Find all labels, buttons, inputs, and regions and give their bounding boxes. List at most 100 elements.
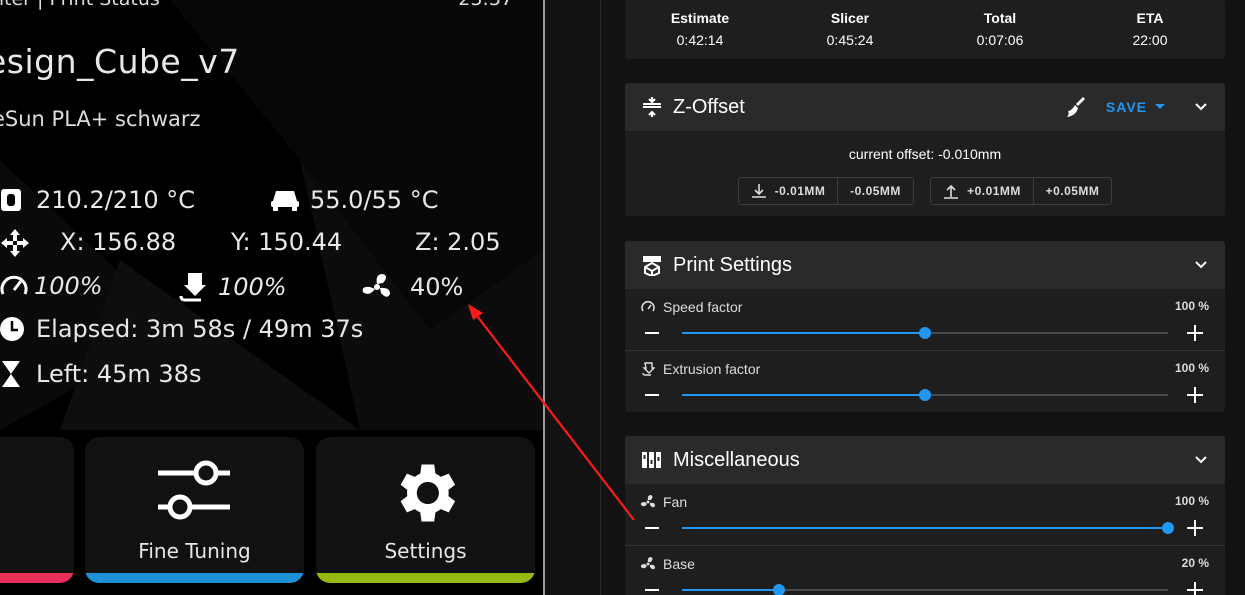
slider-thumb[interactable] (773, 584, 786, 595)
chevron-down-icon[interactable] (1193, 452, 1209, 468)
speed-factor-plus-button[interactable] (1187, 325, 1203, 341)
zoffset-card: Z-Offset SAVE current offset: -0.010mm -… (625, 83, 1225, 216)
arrow-down-to-line-icon (751, 184, 766, 198)
heater-bed-icon (271, 191, 299, 211)
zoffset-down-001-button[interactable]: -0.01MM (739, 178, 837, 204)
filament-name: eSun PLA+ schwarz (0, 107, 201, 131)
miscellaneous-card: Miscellaneous Fan 100 % Base 20 % (625, 436, 1225, 595)
button-color-bar (0, 573, 74, 583)
extruder-icon (1, 189, 21, 211)
fan-minus-button[interactable] (645, 527, 659, 529)
speed-factor-label-wrap: Speed factor (641, 299, 742, 315)
chevron-down-icon[interactable] (1193, 257, 1209, 273)
speed-factor-slider[interactable] (682, 327, 1168, 339)
speed-line[interactable]: 100% (0, 272, 103, 300)
gear-icon (400, 464, 456, 522)
slider-fill (682, 589, 780, 591)
zoffset-up-001-button[interactable]: +0.01MM (931, 178, 1033, 204)
zoffset-up-group: +0.01MM +0.05MM (930, 177, 1112, 205)
chevron-down-icon[interactable] (1193, 99, 1209, 115)
miscellaneous-title: Miscellaneous (673, 448, 800, 471)
zoffset-header: Z-Offset SAVE (625, 83, 1225, 131)
fan-plus-button[interactable] (1187, 520, 1203, 536)
printer-3d-icon (643, 256, 661, 276)
arrow-up-from-line-icon (944, 184, 959, 199)
pos-z: Z: 2.05 (415, 228, 501, 256)
fan-icon (641, 495, 655, 508)
fan-line[interactable]: 40% (360, 272, 463, 302)
settings-button[interactable]: Settings (316, 437, 535, 583)
extruder-temp: 210.2/210 °C (36, 186, 195, 214)
fine-tuning-label: Fine Tuning (138, 539, 251, 563)
print-settings-header: Print Settings (625, 241, 1225, 289)
caret-down-icon (1155, 104, 1165, 109)
slider-fill (682, 394, 925, 396)
extrusion-factor-plus-button[interactable] (1187, 387, 1203, 403)
slicer-value: 0:45:24 (826, 32, 874, 48)
extrusion-line[interactable]: 100% (178, 272, 287, 302)
speed-factor-label: Speed factor (663, 299, 743, 315)
slider-thumb[interactable] (919, 327, 931, 339)
total-header: Total (983, 10, 1017, 26)
eta-value: 22:00 (1132, 32, 1168, 48)
file-name: esign_Cube_v7 (0, 42, 240, 81)
fan-label-wrap: Fan (641, 494, 687, 510)
fine-tuning-button[interactable]: Fine Tuning (85, 437, 304, 583)
pane-divider (543, 0, 600, 595)
pos-y: Y: 150.44 (231, 228, 343, 256)
button-color-bar (316, 573, 535, 583)
fan-value: 40% (410, 273, 464, 301)
zoffset-up-005-label: +0.05MM (1045, 184, 1100, 198)
fan-slider[interactable] (682, 522, 1174, 534)
extrusion-factor-row: Extrusion factor 100 % (625, 351, 1225, 412)
pos-x: X: 156.88 (60, 228, 177, 256)
extrusion-factor-value: 100 % (1174, 361, 1209, 375)
extrusion-factor-minus-button[interactable] (645, 394, 659, 396)
mainsail-panel: Estimate 0:42:14 Slicer 0:45:24 Total 0:… (601, 0, 1245, 595)
base-plus-button[interactable] (1187, 582, 1203, 595)
extruder-temp-line[interactable]: 210.2/210 °C (0, 186, 195, 214)
time-left: Left: 45m 38s (36, 360, 202, 388)
slider-thumb[interactable] (919, 389, 931, 401)
base-fan-row: Base 20 % (625, 546, 1225, 595)
speed-value: 100% (34, 272, 103, 300)
miscellaneous-header: Miscellaneous (625, 436, 1225, 484)
zoffset-down-005-button[interactable]: -0.05MM (837, 178, 913, 204)
extrusion-factor-slider[interactable] (682, 389, 1168, 401)
eta-col: ETA 22:00 (1075, 10, 1225, 48)
base-minus-button[interactable] (645, 589, 659, 591)
save-label: SAVE (1105, 99, 1147, 115)
slider-fill (682, 527, 1168, 529)
broom-icon[interactable] (1063, 95, 1087, 119)
speed-factor-row: Speed factor 100 % (625, 289, 1225, 351)
extruder-icon (642, 362, 655, 376)
clock: 23:37 (458, 0, 513, 10)
estimate-value: 0:42:14 (676, 32, 724, 48)
base-slider[interactable] (682, 584, 1168, 595)
speed-factor-minus-button[interactable] (645, 332, 659, 334)
top-bar: nter | Print Status 23:37 (0, 0, 543, 10)
estimate-col: Estimate 0:42:14 (625, 10, 775, 48)
position-line[interactable] (0, 228, 30, 258)
slicer-header: Slicer (830, 10, 870, 26)
print-settings-title: Print Settings (673, 253, 792, 276)
fan-icon (641, 557, 655, 570)
button-color-bar (85, 573, 304, 583)
estimate-header: Estimate (670, 10, 730, 26)
slider-thumb[interactable] (1162, 522, 1174, 534)
zoffset-up-005-button[interactable]: +0.05MM (1033, 178, 1111, 204)
eta-header: ETA (1136, 10, 1164, 26)
bed-temp-line[interactable]: 55.0/55 °C (270, 186, 438, 214)
settings-label: Settings (384, 539, 467, 563)
base-value: 20 % (1181, 556, 1209, 570)
print-estimates-card: Estimate 0:42:14 Slicer 0:45:24 Total 0:… (625, 0, 1225, 59)
slider-fill (682, 332, 925, 334)
save-button[interactable]: SAVE (1106, 99, 1167, 115)
zoffset-down-001-label: -0.01MM (774, 184, 826, 198)
elapsed-time: Elapsed: 3m 58s / 49m 37s (36, 315, 364, 343)
ks-button-left[interactable] (0, 437, 74, 583)
klipperscreen-panel: nter | Print Status 23:37 esign_Cube_v7 … (0, 0, 543, 595)
speedometer-icon (641, 300, 655, 312)
extrusion-factor-label: Extrusion factor (663, 361, 761, 377)
fan-label: Fan (663, 494, 688, 510)
